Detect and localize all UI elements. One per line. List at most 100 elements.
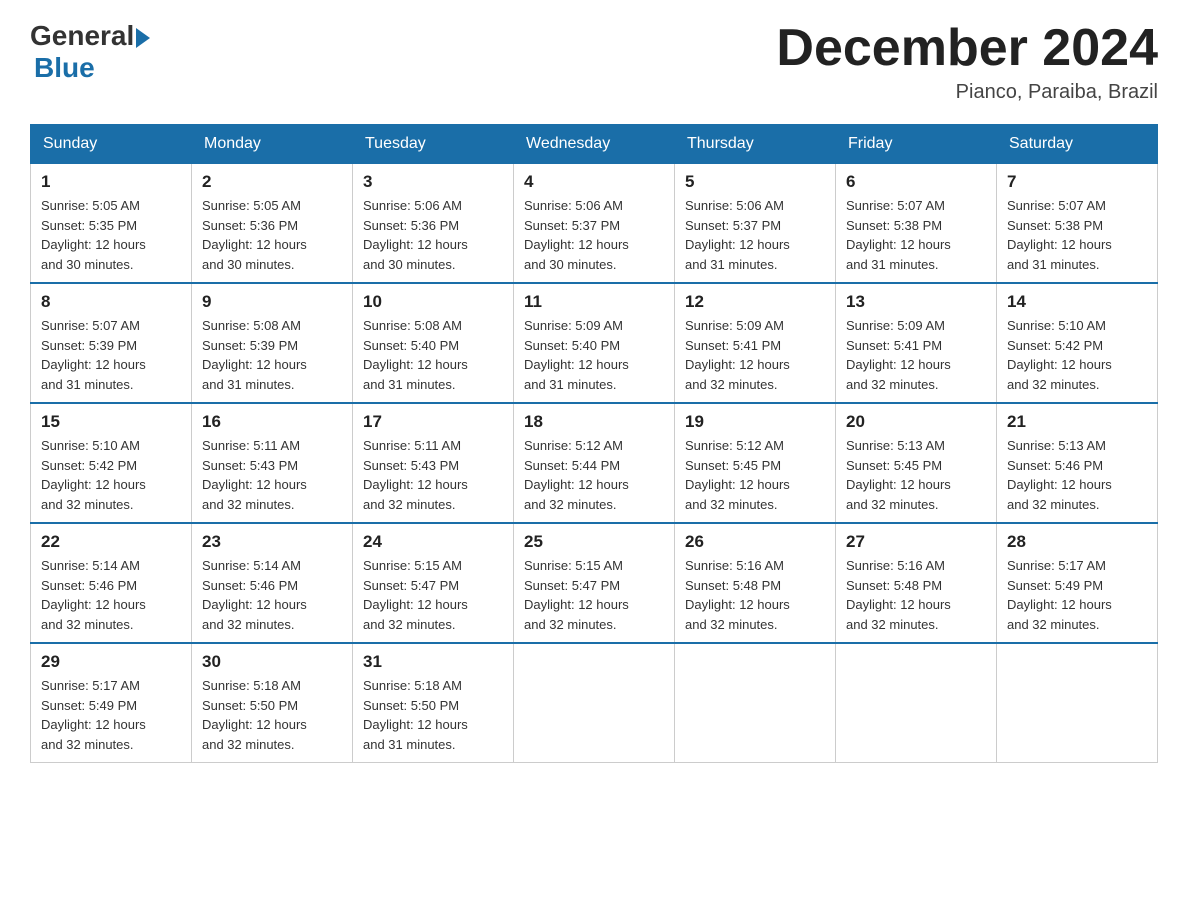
day-number: 8	[41, 292, 181, 312]
calendar-week-row: 29 Sunrise: 5:17 AMSunset: 5:49 PMDayligh…	[31, 643, 1158, 763]
calendar-cell: 29 Sunrise: 5:17 AMSunset: 5:49 PMDayligh…	[31, 643, 192, 763]
day-info: Sunrise: 5:13 AMSunset: 5:45 PMDaylight:…	[846, 436, 986, 514]
calendar-cell: 16Sunrise: 5:11 AMSunset: 5:43 PMDayligh…	[192, 403, 353, 523]
calendar-cell: 11 Sunrise: 5:09 AMSunset: 5:40 PMDayligh…	[514, 283, 675, 403]
calendar-week-row: 15Sunrise: 5:10 AMSunset: 5:42 PMDayligh…	[31, 403, 1158, 523]
day-info: Sunrise: 5:07 AMSunset: 5:39 PMDaylight:…	[41, 316, 181, 394]
day-info: Sunrise: 5:06 AMSunset: 5:37 PMDaylight:…	[524, 196, 664, 274]
calendar-cell	[836, 643, 997, 763]
day-number: 13	[846, 292, 986, 312]
day-info: Sunrise: 5:16 AMSunset: 5:48 PMDaylight:…	[846, 556, 986, 634]
day-info: Sunrise: 5:08 AMSunset: 5:40 PMDaylight:…	[363, 316, 503, 394]
calendar-cell: 17 Sunrise: 5:11 AMSunset: 5:43 PMDayligh…	[353, 403, 514, 523]
day-info: Sunrise: 5:14 AMSunset: 5:46 PMDaylight:…	[202, 556, 342, 634]
day-info: Sunrise: 5:11 AMSunset: 5:43 PMDaylight:…	[363, 436, 503, 514]
calendar-cell: 26Sunrise: 5:16 AMSunset: 5:48 PMDayligh…	[675, 523, 836, 643]
calendar-cell: 5 Sunrise: 5:06 AMSunset: 5:37 PMDaylight…	[675, 164, 836, 284]
calendar-cell: 31Sunrise: 5:18 AMSunset: 5:50 PMDayligh…	[353, 643, 514, 763]
month-year-title: December 2024	[776, 20, 1158, 77]
day-info: Sunrise: 5:07 AMSunset: 5:38 PMDaylight:…	[1007, 196, 1147, 274]
day-number: 24	[363, 532, 503, 552]
logo-arrow-icon	[136, 28, 150, 48]
day-number: 4	[524, 172, 664, 192]
calendar-cell: 18Sunrise: 5:12 AMSunset: 5:44 PMDayligh…	[514, 403, 675, 523]
calendar-cell: 21 Sunrise: 5:13 AMSunset: 5:46 PMDayligh…	[997, 403, 1158, 523]
day-number: 14	[1007, 292, 1147, 312]
logo-blue-text: Blue	[34, 52, 95, 84]
day-header-thursday: Thursday	[675, 125, 836, 164]
page-header: General Blue December 2024 Pianco, Parai…	[30, 20, 1158, 104]
calendar-cell	[514, 643, 675, 763]
calendar-cell	[675, 643, 836, 763]
day-info: Sunrise: 5:18 AMSunset: 5:50 PMDaylight:…	[202, 676, 342, 754]
calendar-cell: 20 Sunrise: 5:13 AMSunset: 5:45 PMDayligh…	[836, 403, 997, 523]
day-header-saturday: Saturday	[997, 125, 1158, 164]
day-number: 28	[1007, 532, 1147, 552]
day-number: 10	[363, 292, 503, 312]
day-info: Sunrise: 5:06 AMSunset: 5:36 PMDaylight:…	[363, 196, 503, 274]
day-info: Sunrise: 5:10 AMSunset: 5:42 PMDaylight:…	[1007, 316, 1147, 394]
calendar-cell: 6 Sunrise: 5:07 AMSunset: 5:38 PMDaylight…	[836, 164, 997, 284]
calendar-cell: 15Sunrise: 5:10 AMSunset: 5:42 PMDayligh…	[31, 403, 192, 523]
calendar-cell: 2Sunrise: 5:05 AMSunset: 5:36 PMDaylight…	[192, 164, 353, 284]
calendar-cell: 9 Sunrise: 5:08 AMSunset: 5:39 PMDaylight…	[192, 283, 353, 403]
calendar-cell: 30Sunrise: 5:18 AMSunset: 5:50 PMDayligh…	[192, 643, 353, 763]
day-info: Sunrise: 5:07 AMSunset: 5:38 PMDaylight:…	[846, 196, 986, 274]
day-info: Sunrise: 5:09 AMSunset: 5:40 PMDaylight:…	[524, 316, 664, 394]
day-info: Sunrise: 5:12 AMSunset: 5:45 PMDaylight:…	[685, 436, 825, 514]
day-number: 9	[202, 292, 342, 312]
day-number: 12	[685, 292, 825, 312]
day-info: Sunrise: 5:05 AMSunset: 5:35 PMDaylight:…	[41, 196, 181, 274]
calendar-cell: 13Sunrise: 5:09 AMSunset: 5:41 PMDayligh…	[836, 283, 997, 403]
day-info: Sunrise: 5:13 AMSunset: 5:46 PMDaylight:…	[1007, 436, 1147, 514]
day-header-tuesday: Tuesday	[353, 125, 514, 164]
day-number: 16	[202, 412, 342, 432]
calendar-cell: 24 Sunrise: 5:15 AMSunset: 5:47 PMDayligh…	[353, 523, 514, 643]
calendar-cell: 7Sunrise: 5:07 AMSunset: 5:38 PMDaylight…	[997, 164, 1158, 284]
calendar-week-row: 8 Sunrise: 5:07 AMSunset: 5:39 PMDaylight…	[31, 283, 1158, 403]
day-info: Sunrise: 5:06 AMSunset: 5:37 PMDaylight:…	[685, 196, 825, 274]
day-number: 19	[685, 412, 825, 432]
title-section: December 2024 Pianco, Paraiba, Brazil	[776, 20, 1158, 104]
day-number: 29	[41, 652, 181, 672]
day-info: Sunrise: 5:17 AMSunset: 5:49 PMDaylight:…	[1007, 556, 1147, 634]
location-subtitle: Pianco, Paraiba, Brazil	[776, 81, 1158, 104]
calendar-cell: 8 Sunrise: 5:07 AMSunset: 5:39 PMDaylight…	[31, 283, 192, 403]
day-number: 26	[685, 532, 825, 552]
calendar-table: SundayMondayTuesdayWednesdayThursdayFrid…	[30, 124, 1158, 763]
calendar-cell: 3 Sunrise: 5:06 AMSunset: 5:36 PMDaylight…	[353, 164, 514, 284]
calendar-cell: 4 Sunrise: 5:06 AMSunset: 5:37 PMDaylight…	[514, 164, 675, 284]
calendar-cell: 10 Sunrise: 5:08 AMSunset: 5:40 PMDayligh…	[353, 283, 514, 403]
calendar-cell: 19 Sunrise: 5:12 AMSunset: 5:45 PMDayligh…	[675, 403, 836, 523]
calendar-cell: 23 Sunrise: 5:14 AMSunset: 5:46 PMDayligh…	[192, 523, 353, 643]
calendar-cell: 22 Sunrise: 5:14 AMSunset: 5:46 PMDayligh…	[31, 523, 192, 643]
day-info: Sunrise: 5:17 AMSunset: 5:49 PMDaylight:…	[41, 676, 181, 754]
calendar-cell: 1Sunrise: 5:05 AMSunset: 5:35 PMDaylight…	[31, 164, 192, 284]
day-header-friday: Friday	[836, 125, 997, 164]
calendar-cell: 28 Sunrise: 5:17 AMSunset: 5:49 PMDayligh…	[997, 523, 1158, 643]
day-number: 5	[685, 172, 825, 192]
day-info: Sunrise: 5:15 AMSunset: 5:47 PMDaylight:…	[363, 556, 503, 634]
day-number: 18	[524, 412, 664, 432]
day-number: 21	[1007, 412, 1147, 432]
day-number: 3	[363, 172, 503, 192]
calendar-week-row: 22 Sunrise: 5:14 AMSunset: 5:46 PMDayligh…	[31, 523, 1158, 643]
day-number: 25	[524, 532, 664, 552]
calendar-cell: 14 Sunrise: 5:10 AMSunset: 5:42 PMDayligh…	[997, 283, 1158, 403]
day-header-wednesday: Wednesday	[514, 125, 675, 164]
day-info: Sunrise: 5:14 AMSunset: 5:46 PMDaylight:…	[41, 556, 181, 634]
day-number: 22	[41, 532, 181, 552]
day-number: 20	[846, 412, 986, 432]
day-info: Sunrise: 5:10 AMSunset: 5:42 PMDaylight:…	[41, 436, 181, 514]
calendar-cell: 25Sunrise: 5:15 AMSunset: 5:47 PMDayligh…	[514, 523, 675, 643]
day-number: 17	[363, 412, 503, 432]
day-info: Sunrise: 5:08 AMSunset: 5:39 PMDaylight:…	[202, 316, 342, 394]
logo: General Blue	[30, 20, 150, 84]
day-number: 23	[202, 532, 342, 552]
day-headers-row: SundayMondayTuesdayWednesdayThursdayFrid…	[31, 125, 1158, 164]
day-number: 11	[524, 292, 664, 312]
calendar-cell: 12Sunrise: 5:09 AMSunset: 5:41 PMDayligh…	[675, 283, 836, 403]
day-info: Sunrise: 5:18 AMSunset: 5:50 PMDaylight:…	[363, 676, 503, 754]
day-number: 2	[202, 172, 342, 192]
day-number: 6	[846, 172, 986, 192]
